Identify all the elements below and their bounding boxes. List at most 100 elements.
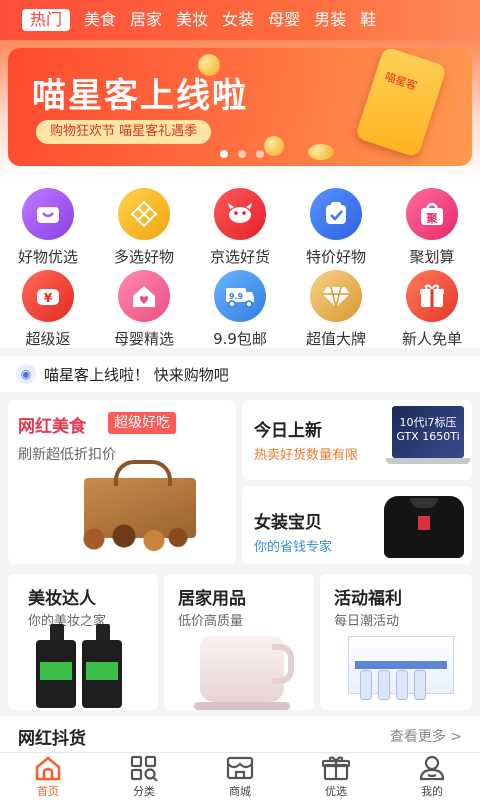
card-subtitle: 每日潮活动 xyxy=(334,614,400,629)
profile-icon xyxy=(419,755,445,780)
nav-store[interactable]: 商城 xyxy=(192,753,288,800)
grid-label: 超值大牌 xyxy=(305,330,366,348)
check-tag-icon xyxy=(310,188,362,240)
kettle-handle xyxy=(272,644,294,684)
shopping-bag-icon xyxy=(22,188,74,240)
nav-mine[interactable]: 我的 xyxy=(384,753,480,800)
sweater-logo xyxy=(418,516,430,530)
nav-category[interactable]: 分类 xyxy=(96,753,192,800)
category-icon xyxy=(130,755,158,781)
card-subtitle: 你的美妆之家 xyxy=(28,614,107,629)
megaphone-icon: ◉ xyxy=(16,364,36,384)
store-icon xyxy=(226,756,254,779)
vial-image xyxy=(414,670,426,700)
card-title: 活动福利 xyxy=(334,589,402,609)
lotion-bottle-image xyxy=(82,640,122,708)
grid-label: 新人免单 xyxy=(401,330,462,348)
grid-item-juhuasuan[interactable]: 聚 聚划算 xyxy=(384,182,480,266)
card-new-today[interactable]: 今日上新 热卖好货数量有限 10代i7标压 GTX 1650Ti xyxy=(242,400,472,480)
phone-label: 喵星客 xyxy=(383,70,419,93)
grid-item-newbie-free[interactable]: 新人免单 xyxy=(384,264,480,348)
card-women[interactable]: 女装宝贝 你的省钱专家 xyxy=(242,486,472,564)
card-title: 美妆达人 xyxy=(28,589,96,609)
grid-label: 超级返 xyxy=(25,330,71,348)
sweater-image xyxy=(384,496,464,558)
tab-baby[interactable]: 母婴 xyxy=(268,9,300,31)
card-beauty[interactable]: 美妆达人 你的美妆之家 xyxy=(8,574,158,710)
nuts-image xyxy=(70,524,190,554)
promo-banner[interactable]: 喵星客上线啦 购物狂欢节 喵星客礼遇季 喵星客 xyxy=(8,48,472,166)
medbox-stripe xyxy=(355,661,447,669)
grid-label: 母婴精选 xyxy=(113,330,174,348)
tab-women[interactable]: 女装 xyxy=(222,9,254,31)
carousel-dot[interactable] xyxy=(220,150,228,158)
coin-icon xyxy=(308,144,334,160)
card-subtitle: 你的省钱专家 xyxy=(254,540,333,555)
banner-area: 喵星客上线啦 购物狂欢节 喵星客礼遇季 喵星客 xyxy=(0,40,480,178)
tab-food[interactable]: 美食 xyxy=(84,9,116,31)
banner-title: 喵星客上线啦 xyxy=(32,76,248,116)
nav-home[interactable]: 首页 xyxy=(0,753,96,800)
notice-text: 喵星客上线啦！ 快来购物吧 xyxy=(44,365,229,384)
see-more-link[interactable]: 查看更多 > xyxy=(390,726,462,746)
gather-bag-icon: 聚 xyxy=(406,188,458,240)
home-icon xyxy=(35,755,61,780)
bottom-nav: 首页 分类 商城 优选 我的 xyxy=(0,752,480,800)
laptop-base xyxy=(386,458,470,464)
card-welfare[interactable]: 活动福利 每日潮活动 xyxy=(320,574,472,710)
notice-bar[interactable]: ◉ 喵星客上线啦！ 快来购物吧 xyxy=(0,356,480,392)
coin-icon xyxy=(198,54,220,76)
truck-icon: 9.9 xyxy=(214,270,266,322)
svg-text:聚: 聚 xyxy=(426,212,439,225)
grid-item-big-brands[interactable]: 超值大牌 xyxy=(288,264,384,348)
grid-pattern-icon xyxy=(118,188,170,240)
nav-label: 商城 xyxy=(229,784,251,798)
grid-item-free-shipping[interactable]: 9.9 9.9包邮 xyxy=(192,264,288,348)
vial-image xyxy=(360,670,372,700)
card-title: 居家用品 xyxy=(178,589,246,609)
nav-label: 分类 xyxy=(133,784,155,798)
section-header: 网红抖货 查看更多 > xyxy=(0,716,480,752)
tab-shoes[interactable]: 鞋 xyxy=(360,9,376,31)
tab-beauty[interactable]: 美妆 xyxy=(176,9,208,31)
category-tab-bar: 热门 美食 居家 美妆 女装 母婴 男装 鞋 xyxy=(0,0,480,40)
gift-box-icon xyxy=(321,755,351,780)
grid-item-good-picks[interactable]: 好物优选 xyxy=(0,182,96,266)
grid-label: 9.9包邮 xyxy=(213,330,267,348)
nav-label: 我的 xyxy=(421,784,443,798)
tab-men[interactable]: 男装 xyxy=(314,9,346,31)
card-subtitle: 热卖好货数量有限 xyxy=(254,448,359,463)
tab-home[interactable]: 居家 xyxy=(130,9,162,31)
tab-hot[interactable]: 热门 xyxy=(22,9,71,31)
vial-image xyxy=(378,670,390,700)
shortcut-grid: 好物优选 多选好物 京选好货 特价好物 聚 聚划算 ¥ 超级返 母婴精选 9.9… xyxy=(0,178,480,348)
nav-label: 首页 xyxy=(37,784,59,798)
card-title: 女装宝贝 xyxy=(254,513,322,533)
hot-badge: 超级好吃 xyxy=(108,412,176,434)
carousel-dot[interactable] xyxy=(256,150,264,158)
svg-text:¥: ¥ xyxy=(44,291,53,305)
kettle-base xyxy=(194,702,290,710)
section-title: 网红抖货 xyxy=(18,729,86,749)
gift-icon xyxy=(406,270,458,322)
laptop-image: 10代i7标压 GTX 1650Ti xyxy=(392,406,464,458)
grid-item-baby-select[interactable]: 母婴精选 xyxy=(96,264,192,348)
carousel-dots xyxy=(220,150,264,158)
grid-item-special-price[interactable]: 特价好物 xyxy=(288,182,384,266)
card-title: 网红美食 xyxy=(18,417,86,437)
grid-item-multi-select[interactable]: 多选好物 xyxy=(96,182,192,266)
coin-icon xyxy=(264,136,284,156)
banner-subtitle: 购物狂欢节 喵星客礼遇季 xyxy=(36,120,212,144)
yuan-icon: ¥ xyxy=(22,270,74,322)
grid-item-super-rebate[interactable]: ¥ 超级返 xyxy=(0,264,96,348)
nav-preferred[interactable]: 优选 xyxy=(288,753,384,800)
diamond-icon xyxy=(310,270,362,322)
phone-icon: 喵星客 xyxy=(354,48,448,158)
vial-image xyxy=(396,670,408,700)
grid-item-jd-select[interactable]: 京选好货 xyxy=(192,182,288,266)
card-food[interactable]: 网红美食 超级好吃 刷新超低折扣价 xyxy=(8,400,236,564)
carousel-dot[interactable] xyxy=(238,150,246,158)
card-home[interactable]: 居家用品 低价高质量 xyxy=(164,574,314,710)
card-subtitle: 低价高质量 xyxy=(178,614,244,629)
truck-glyph: 9.9 xyxy=(229,292,244,301)
